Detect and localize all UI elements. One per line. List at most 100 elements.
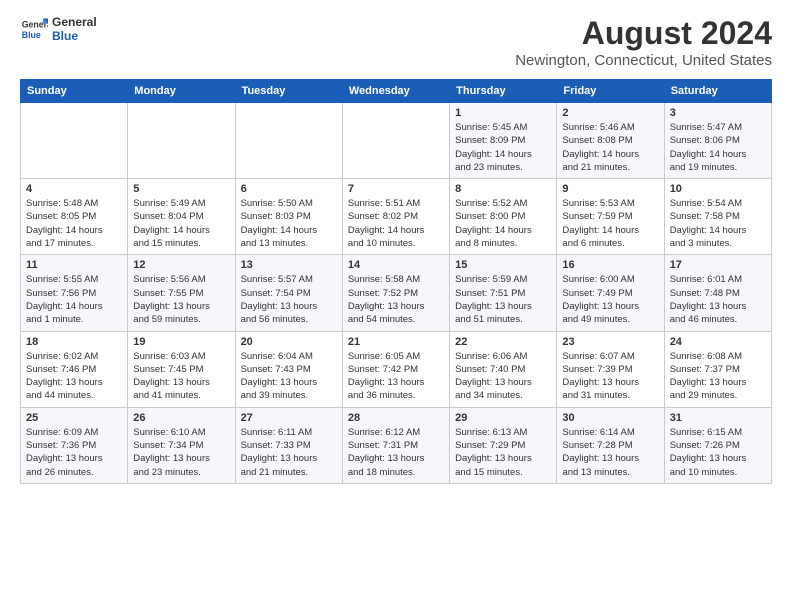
day-info: Sunrise: 5:57 AM Sunset: 7:54 PM Dayligh…	[241, 273, 337, 326]
day-cell-2-4: 15 Sunrise: 5:59 AM Sunset: 7:51 PM Dayli…	[450, 255, 557, 331]
day-cell-3-3: 21Sunrise: 6:05 AM Sunset: 7:42 PM Dayli…	[342, 331, 449, 407]
week-row-4: 18Sunrise: 6:02 AM Sunset: 7:46 PM Dayli…	[21, 331, 772, 407]
day-cell-3-0: 18Sunrise: 6:02 AM Sunset: 7:46 PM Dayli…	[21, 331, 128, 407]
day-number: 26	[133, 412, 229, 424]
day-cell-2-5: 16Sunrise: 6:00 AM Sunset: 7:49 PM Dayli…	[557, 255, 664, 331]
day-cell-1-6: 10 Sunrise: 5:54 AM Sunset: 7:58 PM Dayli…	[664, 179, 771, 255]
day-info: Sunrise: 6:14 AM Sunset: 7:28 PM Dayligh…	[562, 426, 658, 479]
day-number: 8	[455, 183, 551, 195]
day-cell-4-0: 25Sunrise: 6:09 AM Sunset: 7:36 PM Dayli…	[21, 407, 128, 483]
day-number: 5	[133, 183, 229, 195]
day-number: 18	[26, 336, 122, 348]
day-cell-2-3: 14Sunrise: 5:58 AM Sunset: 7:52 PM Dayli…	[342, 255, 449, 331]
day-info: Sunrise: 5:45 AM Sunset: 8:09 PM Dayligh…	[455, 121, 551, 174]
day-info: Sunrise: 6:11 AM Sunset: 7:33 PM Dayligh…	[241, 426, 337, 479]
day-number: 27	[241, 412, 337, 424]
day-cell-2-1: 12Sunrise: 5:56 AM Sunset: 7:55 PM Dayli…	[128, 255, 235, 331]
day-info: Sunrise: 6:15 AM Sunset: 7:26 PM Dayligh…	[670, 426, 766, 479]
main-title: August 2024	[515, 15, 772, 52]
day-number: 15	[455, 259, 551, 271]
day-info: Sunrise: 5:59 AM Sunset: 7:51 PM Dayligh…	[455, 273, 551, 326]
day-info: Sunrise: 5:50 AM Sunset: 8:03 PM Dayligh…	[241, 197, 337, 250]
day-cell-1-0: 4Sunrise: 5:48 AM Sunset: 8:05 PM Daylig…	[21, 179, 128, 255]
day-number: 16	[562, 259, 658, 271]
col-saturday: Saturday	[664, 80, 771, 103]
day-cell-4-6: 31 Sunrise: 6:15 AM Sunset: 7:26 PM Dayli…	[664, 407, 771, 483]
logo-icon: General Blue	[20, 15, 48, 43]
day-number: 22	[455, 336, 551, 348]
col-wednesday: Wednesday	[342, 80, 449, 103]
day-number: 2	[562, 107, 658, 119]
day-number: 30	[562, 412, 658, 424]
day-number: 21	[348, 336, 444, 348]
day-cell-3-5: 23 Sunrise: 6:07 AM Sunset: 7:39 PM Dayli…	[557, 331, 664, 407]
day-cell-3-4: 22 Sunrise: 6:06 AM Sunset: 7:40 PM Dayli…	[450, 331, 557, 407]
svg-text:Blue: Blue	[22, 30, 41, 40]
day-number: 24	[670, 336, 766, 348]
day-info: Sunrise: 5:56 AM Sunset: 7:55 PM Dayligh…	[133, 273, 229, 326]
day-number: 28	[348, 412, 444, 424]
day-cell-0-2	[235, 103, 342, 179]
title-block: August 2024 Newington, Connecticut, Unit…	[515, 15, 772, 69]
day-cell-4-3: 28 Sunrise: 6:12 AM Sunset: 7:31 PM Dayli…	[342, 407, 449, 483]
day-cell-3-6: 24Sunrise: 6:08 AM Sunset: 7:37 PM Dayli…	[664, 331, 771, 407]
week-row-3: 11Sunrise: 5:55 AM Sunset: 7:56 PM Dayli…	[21, 255, 772, 331]
header: General Blue General Blue August 2024 Ne…	[20, 15, 772, 69]
day-info: Sunrise: 6:01 AM Sunset: 7:48 PM Dayligh…	[670, 273, 766, 326]
day-cell-4-1: 26 Sunrise: 6:10 AM Sunset: 7:34 PM Dayli…	[128, 407, 235, 483]
day-info: Sunrise: 5:54 AM Sunset: 7:58 PM Dayligh…	[670, 197, 766, 250]
week-row-2: 4Sunrise: 5:48 AM Sunset: 8:05 PM Daylig…	[21, 179, 772, 255]
day-cell-3-2: 20 Sunrise: 6:04 AM Sunset: 7:43 PM Dayli…	[235, 331, 342, 407]
day-info: Sunrise: 5:53 AM Sunset: 7:59 PM Dayligh…	[562, 197, 658, 250]
day-info: Sunrise: 5:52 AM Sunset: 8:00 PM Dayligh…	[455, 197, 551, 250]
day-info: Sunrise: 6:13 AM Sunset: 7:29 PM Dayligh…	[455, 426, 551, 479]
day-info: Sunrise: 5:51 AM Sunset: 8:02 PM Dayligh…	[348, 197, 444, 250]
day-cell-1-5: 9 Sunrise: 5:53 AM Sunset: 7:59 PM Daylig…	[557, 179, 664, 255]
day-number: 3	[670, 107, 766, 119]
day-cell-4-2: 27 Sunrise: 6:11 AM Sunset: 7:33 PM Dayli…	[235, 407, 342, 483]
calendar-body: 1Sunrise: 5:45 AM Sunset: 8:09 PM Daylig…	[21, 103, 772, 484]
day-number: 14	[348, 259, 444, 271]
calendar-table: Sunday Monday Tuesday Wednesday Thursday…	[20, 79, 772, 484]
day-number: 31	[670, 412, 766, 424]
day-cell-1-1: 5Sunrise: 5:49 AM Sunset: 8:04 PM Daylig…	[128, 179, 235, 255]
day-number: 4	[26, 183, 122, 195]
day-cell-1-3: 7 Sunrise: 5:51 AM Sunset: 8:02 PM Daylig…	[342, 179, 449, 255]
col-thursday: Thursday	[450, 80, 557, 103]
subtitle: Newington, Connecticut, United States	[515, 52, 772, 69]
day-cell-3-1: 19Sunrise: 6:03 AM Sunset: 7:45 PM Dayli…	[128, 331, 235, 407]
day-info: Sunrise: 5:55 AM Sunset: 7:56 PM Dayligh…	[26, 273, 122, 326]
day-info: Sunrise: 6:09 AM Sunset: 7:36 PM Dayligh…	[26, 426, 122, 479]
week-row-5: 25Sunrise: 6:09 AM Sunset: 7:36 PM Dayli…	[21, 407, 772, 483]
day-cell-1-2: 6Sunrise: 5:50 AM Sunset: 8:03 PM Daylig…	[235, 179, 342, 255]
day-number: 13	[241, 259, 337, 271]
day-number: 23	[562, 336, 658, 348]
logo-line2: Blue	[52, 29, 97, 43]
col-tuesday: Tuesday	[235, 80, 342, 103]
day-info: Sunrise: 6:12 AM Sunset: 7:31 PM Dayligh…	[348, 426, 444, 479]
day-cell-0-6: 3Sunrise: 5:47 AM Sunset: 8:06 PM Daylig…	[664, 103, 771, 179]
logo-line1: General	[52, 15, 97, 29]
day-number: 29	[455, 412, 551, 424]
day-cell-2-6: 17 Sunrise: 6:01 AM Sunset: 7:48 PM Dayli…	[664, 255, 771, 331]
day-number: 9	[562, 183, 658, 195]
day-cell-2-2: 13 Sunrise: 5:57 AM Sunset: 7:54 PM Dayli…	[235, 255, 342, 331]
day-number: 10	[670, 183, 766, 195]
col-sunday: Sunday	[21, 80, 128, 103]
col-monday: Monday	[128, 80, 235, 103]
day-number: 17	[670, 259, 766, 271]
day-info: Sunrise: 6:06 AM Sunset: 7:40 PM Dayligh…	[455, 350, 551, 403]
day-cell-0-1	[128, 103, 235, 179]
day-number: 7	[348, 183, 444, 195]
day-info: Sunrise: 6:04 AM Sunset: 7:43 PM Dayligh…	[241, 350, 337, 403]
col-friday: Friday	[557, 80, 664, 103]
day-info: Sunrise: 6:03 AM Sunset: 7:45 PM Dayligh…	[133, 350, 229, 403]
day-info: Sunrise: 5:46 AM Sunset: 8:08 PM Dayligh…	[562, 121, 658, 174]
header-row: Sunday Monday Tuesday Wednesday Thursday…	[21, 80, 772, 103]
day-number: 20	[241, 336, 337, 348]
day-cell-1-4: 8 Sunrise: 5:52 AM Sunset: 8:00 PM Daylig…	[450, 179, 557, 255]
logo: General Blue General Blue	[20, 15, 97, 43]
day-cell-0-5: 2 Sunrise: 5:46 AM Sunset: 8:08 PM Daylig…	[557, 103, 664, 179]
day-info: Sunrise: 6:10 AM Sunset: 7:34 PM Dayligh…	[133, 426, 229, 479]
day-info: Sunrise: 6:07 AM Sunset: 7:39 PM Dayligh…	[562, 350, 658, 403]
